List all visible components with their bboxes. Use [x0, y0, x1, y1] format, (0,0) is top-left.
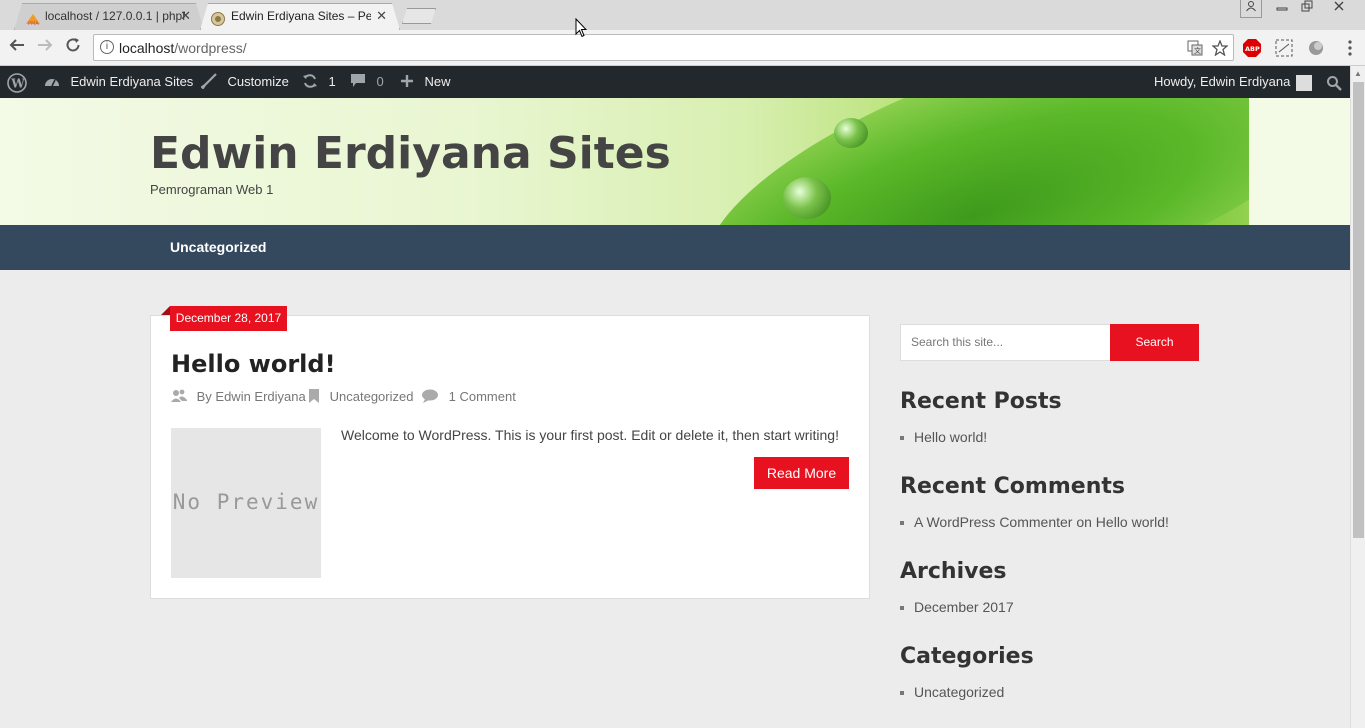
search-input[interactable]: Search this site... [900, 324, 1111, 361]
post-title[interactable]: Hello world! [171, 350, 336, 378]
user-profile-icon[interactable] [1240, 0, 1262, 18]
chrome-menu-icon[interactable] [1340, 38, 1360, 58]
dashboard-icon [44, 73, 64, 90]
bullet [900, 521, 904, 526]
close-icon[interactable]: ✕ [180, 4, 191, 28]
post-author-link[interactable]: By Edwin Erdiyana [197, 389, 306, 404]
svg-text:文: 文 [1194, 46, 1201, 55]
search-button[interactable]: Search [1110, 324, 1199, 361]
no-preview-text: No Preview [172, 490, 320, 514]
svg-text:ABP: ABP [1245, 45, 1260, 53]
customize-label: Customize [227, 74, 289, 89]
recent-post-link[interactable]: Hello world! [914, 429, 987, 445]
adblock-plus-icon[interactable]: ABP [1242, 38, 1262, 58]
brush-icon [200, 73, 221, 90]
comments-count: 0 [376, 74, 384, 89]
browser-toolbar: i localhost/wordpress/ 文 ABP [0, 30, 1365, 66]
site-favicon-icon [211, 10, 225, 24]
avatar [1296, 74, 1313, 91]
updates-count: 1 [328, 74, 336, 89]
header-background [1249, 98, 1350, 225]
main-navigation: Uncategorized [0, 225, 1350, 270]
post-thumbnail[interactable]: No Preview [171, 428, 321, 578]
comments-link[interactable]: 0 [350, 66, 384, 98]
customize-link[interactable]: Customize [200, 66, 289, 98]
bookmark-icon [308, 389, 324, 404]
nav-item-uncategorized[interactable]: Uncategorized [170, 225, 266, 270]
phpmyadmin-icon: PMA [25, 10, 39, 24]
site-tagline: Pemrograman Web 1 [150, 182, 274, 197]
widget-title-recent-comments: Recent Comments [900, 474, 1125, 499]
admin-site-link[interactable]: Edwin Erdiyana Sites [44, 66, 193, 98]
site-title[interactable]: Edwin Erdiyana Sites [150, 128, 671, 179]
address-bar[interactable]: i localhost/wordpress/ 文 [93, 34, 1234, 61]
svg-text:PMA: PMA [28, 21, 39, 26]
forward-icon[interactable] [34, 36, 56, 58]
post-date-badge: December 28, 2017 [170, 306, 287, 331]
author-icon [171, 389, 191, 404]
updates-link[interactable]: 1 [302, 66, 336, 98]
post-comments-link[interactable]: 1 Comment [449, 389, 516, 404]
wordpress-logo-icon[interactable]: W [7, 66, 27, 98]
admin-site-name: Edwin Erdiyana Sites [70, 74, 194, 89]
minimize-icon[interactable] [1270, 0, 1294, 18]
bookmark-star-icon[interactable] [1211, 39, 1229, 59]
list-item: Hello world! [900, 429, 987, 445]
post-author: By Edwin Erdiyana [171, 389, 306, 404]
page-scrollbar[interactable]: ▲ [1350, 66, 1365, 728]
url-text: localhost/wordpress/ [119, 40, 247, 56]
water-drop-image [834, 118, 868, 148]
widget-title-recent-posts: Recent Posts [900, 389, 1062, 414]
window-close-icon[interactable] [1318, 0, 1360, 18]
plus-icon [400, 73, 418, 90]
date-ribbon-fold [161, 306, 170, 315]
list-item: A WordPress Commenter on Hello world! [900, 514, 1169, 530]
bullet [900, 436, 904, 441]
comment-bubble-icon [350, 73, 370, 90]
tab-title: Edwin Erdiyana Sites – Pem [231, 9, 371, 23]
extension-icon[interactable] [1306, 38, 1326, 58]
post-excerpt: Welcome to WordPress. This is your first… [341, 427, 839, 443]
read-more-button[interactable]: Read More [754, 457, 849, 489]
post-comments: 1 Comment [421, 389, 516, 404]
svg-text:W: W [10, 76, 25, 90]
water-drop-image [783, 177, 831, 219]
tab-wordpress[interactable]: Edwin Erdiyana Sites – Pem ✕ [200, 3, 400, 30]
archive-link[interactable]: December 2017 [914, 599, 1014, 615]
new-content-link[interactable]: New [400, 66, 450, 98]
browser-tab-strip: PMA localhost / 127.0.0.1 | phpM ✕ Edwin… [0, 0, 1365, 30]
new-label: New [424, 74, 451, 89]
screenshot-extension-icon[interactable] [1274, 38, 1294, 58]
list-item: Uncategorized [900, 684, 1004, 700]
restore-icon[interactable] [1296, 0, 1318, 18]
admin-search-icon[interactable] [1326, 66, 1342, 98]
new-tab-button[interactable] [402, 8, 436, 24]
recent-comment-link[interactable]: A WordPress Commenter on Hello world! [914, 514, 1169, 530]
category-link[interactable]: Uncategorized [914, 684, 1004, 700]
back-icon[interactable] [6, 36, 28, 58]
close-icon[interactable]: ✕ [376, 4, 387, 28]
bullet [900, 691, 904, 696]
post-category: Uncategorized [308, 389, 413, 404]
bullet [900, 606, 904, 611]
translate-icon[interactable]: 文 [1187, 40, 1203, 59]
post-category-link[interactable]: Uncategorized [330, 389, 414, 404]
my-account-link[interactable]: Howdy, Edwin Erdiyana [1154, 66, 1313, 98]
mouse-cursor-icon [575, 17, 588, 41]
scrollbar-thumb[interactable] [1353, 82, 1364, 538]
reload-icon[interactable] [62, 36, 84, 58]
list-item: December 2017 [900, 599, 1014, 615]
site-info-icon[interactable]: i [100, 40, 114, 54]
widget-title-archives: Archives [900, 559, 1007, 584]
updates-icon [302, 73, 322, 90]
tab-title: localhost / 127.0.0.1 | phpM [45, 9, 185, 23]
wp-admin-bar: W Edwin Erdiyana Sites Customize 1 0 New… [0, 66, 1350, 98]
comment-icon [421, 389, 443, 404]
widget-title-categories: Categories [900, 644, 1034, 669]
howdy-text: Howdy, Edwin Erdiyana [1154, 74, 1291, 89]
tab-phpmyadmin[interactable]: PMA localhost / 127.0.0.1 | phpM ✕ [14, 3, 204, 30]
scroll-up-icon[interactable]: ▲ [1354, 69, 1362, 78]
